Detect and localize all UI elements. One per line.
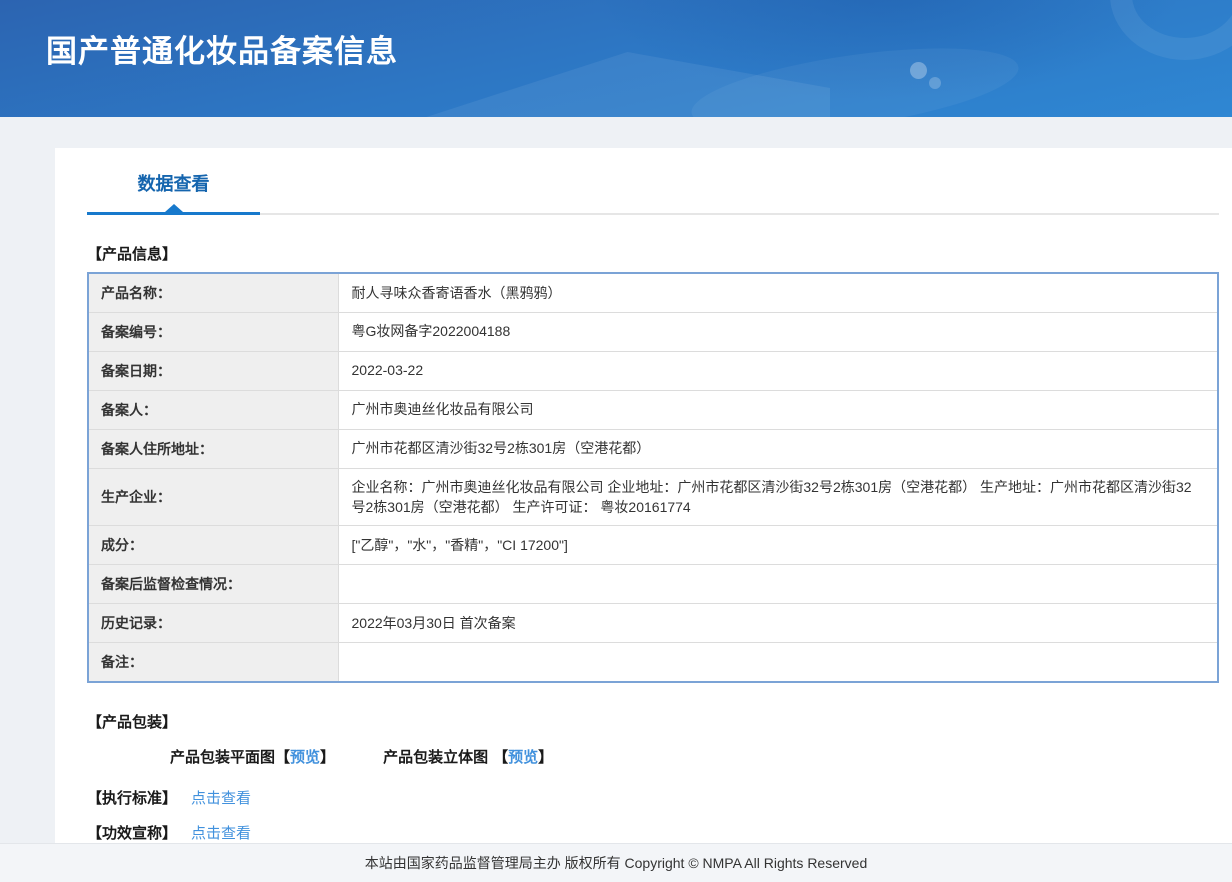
section-product-info-title: 【产品信息】	[87, 246, 178, 263]
row-label: 备案编号：	[88, 312, 339, 351]
table-row: 产品名称： 耐人寻味众香寄语香水（黑鸦鸦）	[88, 273, 1218, 312]
row-label: 备案日期：	[88, 351, 339, 390]
bracket-close: 】	[538, 748, 554, 766]
table-row: 备案后监督检查情况：	[88, 564, 1218, 604]
bracket-open: 【	[275, 748, 291, 766]
section-packaging-title: 【产品包装】	[87, 713, 178, 731]
packaging-flat-item: 产品包装平面图 【预览】	[170, 746, 335, 767]
row-value: 广州市奥迪丝化妆品有限公司	[338, 390, 1218, 429]
row-value: ["乙醇"，"水"，"香精"，"CI 17200"]	[338, 525, 1218, 565]
row-label: 产品名称：	[88, 273, 339, 312]
product-info-table: 产品名称： 耐人寻味众香寄语香水（黑鸦鸦） 备案编号： 粤G妆网备字202200…	[87, 272, 1219, 683]
row-label: 生产企业：	[88, 468, 339, 526]
table-row: 备案人住所地址： 广州市花都区清沙街32号2栋301房（空港花都）	[88, 429, 1218, 468]
efficacy-row: 【功效宣称】 点击查看	[87, 822, 1232, 843]
header-decoration-polygon	[380, 52, 830, 117]
content-card: 数据查看 【产品信息】 产品名称： 耐人寻味众香寄语香水（黑鸦鸦） 备案编号： …	[55, 148, 1232, 843]
bracket-open: 【	[493, 748, 509, 766]
row-label: 备注：	[88, 642, 339, 682]
row-label: 备案后监督检查情况：	[88, 564, 339, 604]
page-footer: 本站由国家药品监督管理局主办 版权所有 Copyright © NMPA All…	[0, 842, 1232, 882]
packaging-flat-preview-link[interactable]: 预览	[290, 746, 320, 767]
copyright-text: 本站由国家药品监督管理局主办 版权所有 Copyright © NMPA All…	[364, 854, 868, 871]
tab-active-underline	[87, 212, 260, 215]
tab-bar: 数据查看	[55, 148, 1232, 215]
packaging-stereo-label: 产品包装立体图	[383, 748, 489, 766]
header-decoration-dot	[929, 77, 941, 89]
section-standard-title: 【执行标准】	[87, 789, 178, 807]
packaging-stereo-preview-link[interactable]: 预览	[508, 746, 538, 767]
row-value: 粤G妆网备字2022004188	[338, 312, 1218, 351]
packaging-flat-label: 产品包装平面图	[170, 748, 276, 766]
tab-bar-divider	[260, 213, 1219, 215]
row-value	[338, 642, 1218, 682]
efficacy-view-link[interactable]: 点击查看	[191, 822, 251, 843]
row-label: 备案人住所地址：	[88, 429, 339, 468]
table-row: 备案人： 广州市奥迪丝化妆品有限公司	[88, 390, 1218, 429]
table-row: 备注：	[88, 642, 1218, 682]
tab-data-view[interactable]: 数据查看	[87, 170, 260, 215]
row-label: 备案人：	[88, 390, 339, 429]
packaging-stereo-item: 产品包装立体图 【预览】	[383, 746, 553, 767]
standard-view-link[interactable]: 点击查看	[191, 787, 251, 808]
header-decoration-dot	[910, 62, 927, 79]
section-efficacy-title: 【功效宣称】	[87, 824, 178, 842]
row-value: 广州市花都区清沙街32号2栋301房（空港花都）	[338, 429, 1218, 468]
table-row: 历史记录： 2022年03月30日 首次备案	[88, 603, 1218, 643]
packaging-row: 产品包装平面图 【预览】 产品包装立体图 【预览】	[170, 746, 1232, 767]
table-row: 备案日期： 2022-03-22	[88, 351, 1218, 390]
table-row: 成分： ["乙醇"，"水"，"香精"，"CI 17200"]	[88, 525, 1218, 565]
standard-row: 【执行标准】 点击查看	[87, 787, 1232, 808]
header-decoration-ring	[1110, 0, 1232, 60]
bracket-close: 】	[320, 748, 336, 766]
tab-data-view-label: 数据查看	[137, 174, 210, 194]
page-title: 国产普通化妆品备案信息	[46, 34, 398, 69]
row-value: 企业名称：广州市奥迪丝化妆品有限公司 企业地址：广州市花都区清沙街32号2栋30…	[338, 468, 1218, 526]
header-decoration-swoosh	[686, 32, 1024, 117]
row-label: 成分：	[88, 525, 339, 565]
row-value: 2022-03-22	[338, 351, 1218, 390]
row-value	[338, 564, 1218, 604]
table-row: 生产企业： 企业名称：广州市奥迪丝化妆品有限公司 企业地址：广州市花都区清沙街3…	[88, 468, 1218, 526]
tab-arrow-icon	[164, 204, 183, 212]
page-header: 国产普通化妆品备案信息	[0, 0, 1232, 117]
table-row: 备案编号： 粤G妆网备字2022004188	[88, 312, 1218, 351]
row-value: 耐人寻味众香寄语香水（黑鸦鸦）	[338, 273, 1218, 312]
page: 国产普通化妆品备案信息 数据查看 【产品信息】 产品名称： 耐人寻味众香寄语香水…	[0, 0, 1232, 882]
row-value: 2022年03月30日 首次备案	[338, 603, 1218, 643]
row-label: 历史记录：	[88, 603, 339, 643]
